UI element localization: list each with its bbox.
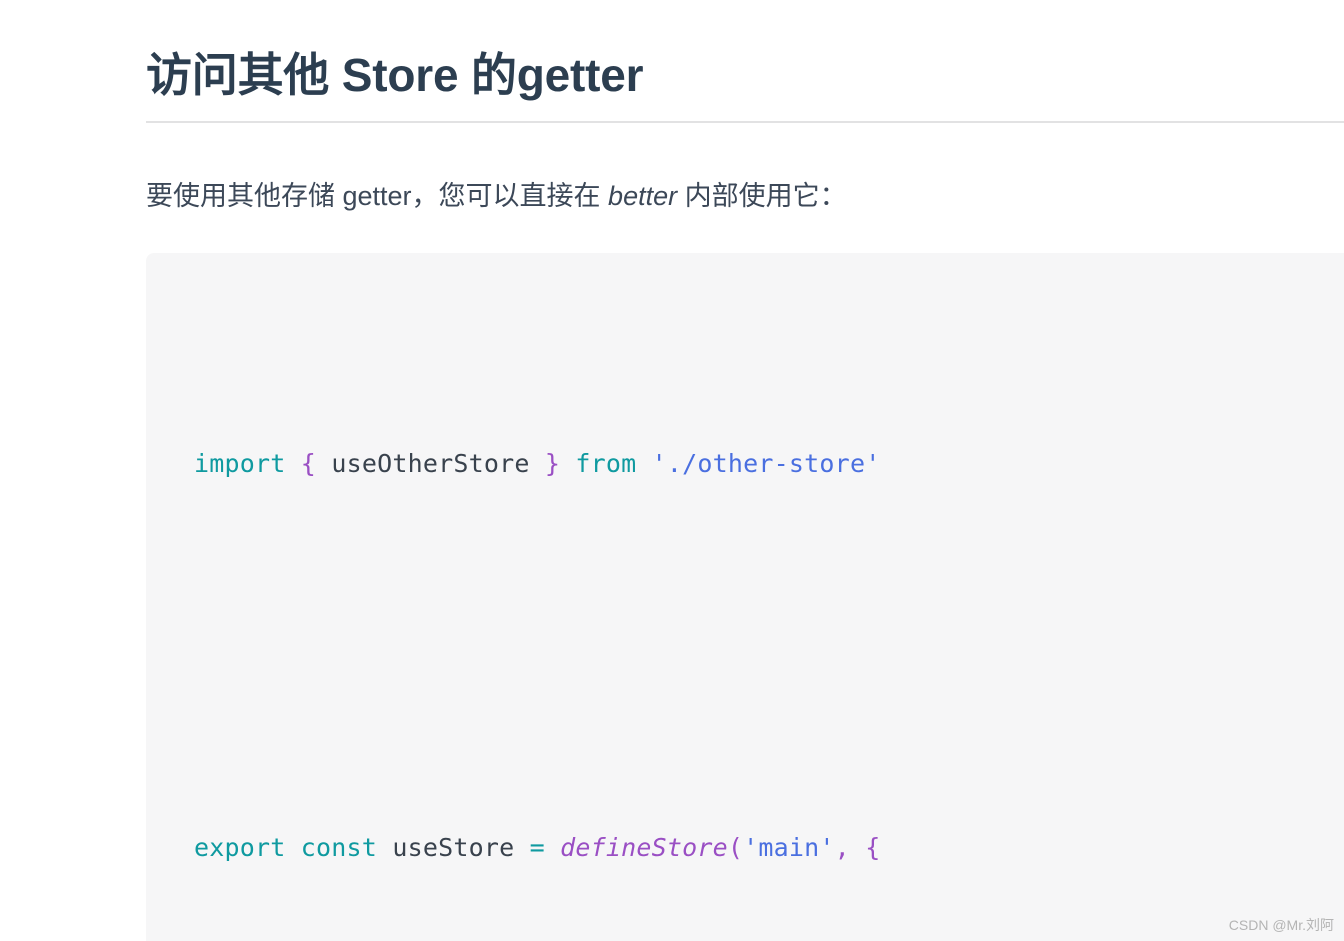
token-identifier-usestore: useStore xyxy=(392,833,515,862)
page-title-latin: Store xyxy=(329,49,471,101)
page-title-latin-tail: getter xyxy=(516,49,644,101)
token-keyword-from: from xyxy=(575,449,637,478)
code-block[interactable]: import { useOtherStore } from './other-s… xyxy=(146,253,1344,941)
paragraph-text-before: 要使用其他存储 getter，您可以直接在 xyxy=(146,181,609,211)
token-string-main: 'main' xyxy=(743,833,835,862)
token-identifier-useotherstore: useOtherStore xyxy=(331,449,530,478)
code-content: import { useOtherStore } from './other-s… xyxy=(194,296,1344,941)
article-page: 访问其他 Store 的getter 要使用其他存储 getter，您可以直接在… xyxy=(0,0,1344,941)
token-keyword-import: import xyxy=(194,449,286,478)
code-line-1: import { useOtherStore } from './other-s… xyxy=(194,440,1344,488)
csdn-watermark: CSDN @Mr.刘阿 xyxy=(1228,917,1334,933)
paragraph-text-after: 内部使用它： xyxy=(677,181,847,211)
token-function-definestore: defineStore xyxy=(560,833,728,862)
heading-divider xyxy=(146,121,1344,123)
intro-paragraph: 要使用其他存储 getter，您可以直接在 better 内部使用它： xyxy=(146,176,1306,216)
token-paren-open: ( xyxy=(727,833,744,862)
page-title: 访问其他 Store 的getter xyxy=(146,46,1344,104)
token-brace-open-store: { xyxy=(865,833,881,862)
token-keyword-const: const xyxy=(300,833,378,862)
token-brace-close: } xyxy=(544,449,561,478)
token-keyword-export: export xyxy=(194,833,286,862)
page-title-cjk-lead: 访问其他 xyxy=(146,49,330,101)
code-line-2-blank xyxy=(194,632,1344,680)
page-title-wrapper: 访问其他 Store 的getter xyxy=(146,46,1344,104)
token-comma: , xyxy=(834,833,850,862)
token-string-module-path: './other-store' xyxy=(651,449,881,478)
token-operator-assign: = xyxy=(529,833,545,862)
paragraph-emphasis: better xyxy=(608,181,678,211)
code-line-3: export const useStore = defineStore('mai… xyxy=(194,824,1344,872)
token-brace-open: { xyxy=(300,449,317,478)
page-title-cjk-mid: 的 xyxy=(470,49,517,101)
